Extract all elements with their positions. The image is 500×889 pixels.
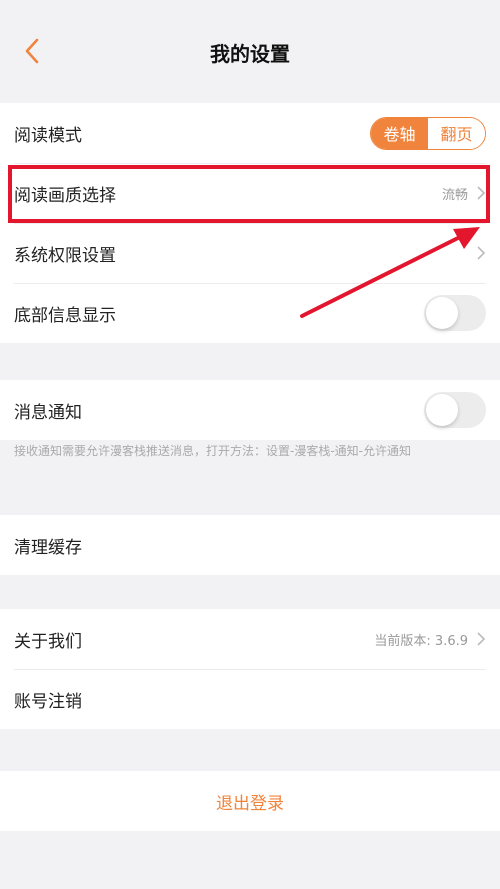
chevron-right-icon <box>477 186 486 200</box>
scroll-mode-button[interactable]: 卷轴 <box>371 117 428 149</box>
notification-group: 消息通知 <box>0 380 500 440</box>
logout-button[interactable]: 退出登录 <box>0 771 500 831</box>
system-permission-row[interactable]: 系统权限设置 <box>0 223 500 283</box>
toggle-knob <box>426 394 458 426</box>
toggle-knob <box>426 297 458 329</box>
notification-label: 消息通知 <box>14 402 82 423</box>
top-bar: 我的设置 <box>0 0 500 103</box>
chevron-right-icon <box>477 632 486 646</box>
page-title: 我的设置 <box>210 42 290 66</box>
bottom-info-row: 底部信息显示 <box>0 283 500 343</box>
about-label: 关于我们 <box>14 631 82 652</box>
about-group: 关于我们 当前版本: 3.6.9 账号注销 <box>0 609 500 729</box>
clear-cache-label: 清理缓存 <box>14 537 82 558</box>
reading-mode-segment: 卷轴 翻页 <box>370 116 486 150</box>
account-cancel-label: 账号注销 <box>14 691 82 712</box>
notification-toggle[interactable] <box>424 392 486 428</box>
reading-quality-row[interactable]: 阅读画质选择 流畅 <box>0 163 500 223</box>
reading-quality-label: 阅读画质选择 <box>14 185 116 206</box>
reading-settings-group: 阅读模式 卷轴 翻页 阅读画质选择 流畅 系统权限设置 底部信息显示 <box>0 103 500 343</box>
reading-mode-row: 阅读模式 卷轴 翻页 <box>0 103 500 163</box>
reading-mode-label: 阅读模式 <box>14 125 82 146</box>
reading-quality-value: 流畅 <box>441 187 468 203</box>
logout-group: 退出登录 <box>0 771 500 831</box>
account-cancel-row[interactable]: 账号注销 <box>0 669 500 729</box>
system-permission-label: 系统权限设置 <box>14 245 116 266</box>
clear-cache-row[interactable]: 清理缓存 <box>0 515 500 575</box>
bottom-info-toggle[interactable] <box>424 295 486 331</box>
page-mode-button[interactable]: 翻页 <box>428 117 485 149</box>
about-row[interactable]: 关于我们 当前版本: 3.6.9 <box>0 609 500 669</box>
cache-group: 清理缓存 <box>0 515 500 575</box>
bottom-info-label: 底部信息显示 <box>14 305 116 326</box>
notification-row: 消息通知 <box>0 380 500 440</box>
chevron-right-icon <box>477 246 486 260</box>
version-value: 当前版本: 3.6.9 <box>374 633 468 649</box>
logout-label: 退出登录 <box>216 793 284 814</box>
notification-note: 接收通知需要允许漫客栈推送消息，打开方法：设置-漫客栈-通知-允许通知 <box>14 444 411 458</box>
